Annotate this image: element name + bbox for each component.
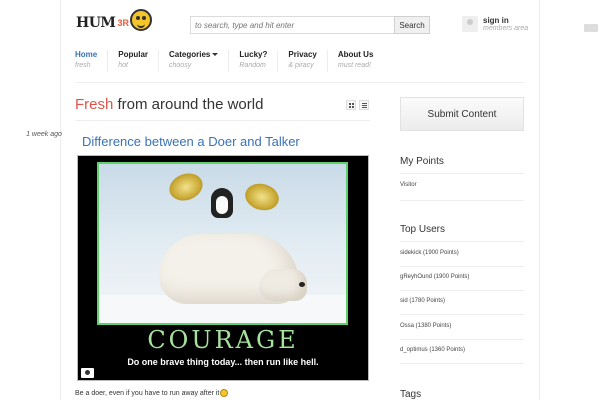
post-image[interactable]: COURAGE Do one brave thing today... then… [77,155,369,381]
page-title: Fresh from around the world [75,96,263,113]
nav-item-about-us[interactable]: About Us must read! [338,50,384,72]
nav-sub: & piracy [288,62,314,69]
top-user-item[interactable]: sid (1780 Points) [400,298,524,304]
post-caption: Be a doer, even if you have to run away … [75,389,229,397]
nav-divider [75,82,525,83]
logo-tag: 3R [117,18,129,28]
top-user-item[interactable]: Ossa (1380 Points) [400,323,524,329]
signin-area[interactable]: sign in members area [462,16,528,32]
submit-content-button[interactable]: Submit Content [400,97,524,131]
polar-bear-nose [299,282,305,287]
title-accent: Fresh [75,96,114,113]
nav-sub: hot [118,62,128,69]
search-bar: Search [190,16,430,34]
view-toggles [346,100,369,110]
poster-headline: COURAGE [147,326,299,354]
sidebar-divider [400,200,524,201]
sidebar-divider [400,339,524,340]
title-divider [75,120,370,121]
poster-photo [97,162,348,325]
my-points-heading: My Points [400,156,444,167]
my-points-value: Visitor [400,182,417,188]
caret-down-icon [212,53,219,57]
poster-subtext: Do one brave thing today... then run lik… [127,357,319,367]
logo-text: HUM [76,15,116,31]
nav-label: Home [75,50,98,59]
signin-link[interactable]: sign in [483,16,528,25]
penguin [211,188,233,218]
nav-label: Popular [118,50,149,59]
nav-label: Categories [169,50,211,59]
list-view-icon[interactable] [359,100,369,110]
post-title-link[interactable]: Difference between a Doer and Talker [82,134,300,149]
tags-heading: Tags [400,389,422,400]
sidebar-divider [400,290,524,291]
user-avatar-icon [462,16,478,32]
title-rest: from around the world [113,96,264,113]
site-logo[interactable]: HUM 3R [76,9,152,36]
search-input[interactable] [190,16,394,34]
nav-label: Lucky? [239,50,268,59]
smiley-emoticon-icon [220,389,229,397]
main-nav: Home fresh Popular hot Categories choosy… [75,50,393,72]
nav-item-popular[interactable]: Popular hot [118,50,160,72]
sidebar-divider [400,363,524,364]
nav-item-categories[interactable]: Categories choosy [169,50,230,72]
nav-item-home[interactable]: Home fresh [75,50,109,72]
sidebar-divider [400,173,524,174]
top-users-heading: Top Users [400,224,446,235]
nav-sub: Random [239,62,266,69]
caption-text: Be a doer, even if you have to run away … [75,389,220,397]
top-user-item[interactable]: sidekick (1900 Points) [400,250,524,256]
nav-sub: fresh [75,62,91,69]
cymbal-left [165,168,207,206]
sidebar-divider [400,266,524,267]
signin-subtitle: members area [483,25,529,32]
sidebar-divider [400,314,524,315]
nav-label: Privacy [288,50,317,59]
nav-sub: choosy [169,62,192,69]
top-user-item[interactable]: gReyhOund (1900 Points) [400,274,524,280]
sidebar-divider [400,241,524,242]
top-user-item[interactable]: d_optimus (1360 Points) [400,347,524,353]
smiley-logo-icon [129,9,152,31]
nav-item-lucky[interactable]: Lucky? Random [239,50,279,72]
nav-label-wrap: Categories [169,50,219,59]
post-time-badge: 1 week ago [26,131,62,138]
edge-tab-icon[interactable] [584,24,598,32]
camera-icon[interactable] [81,368,94,378]
nav-sub: must read! [337,62,371,69]
grid-view-icon[interactable] [346,100,356,110]
nav-item-privacy[interactable]: Privacy & piracy [288,50,328,72]
nav-label: About Us [337,50,374,59]
search-button[interactable]: Search [394,16,430,34]
cymbal-right [242,180,282,214]
